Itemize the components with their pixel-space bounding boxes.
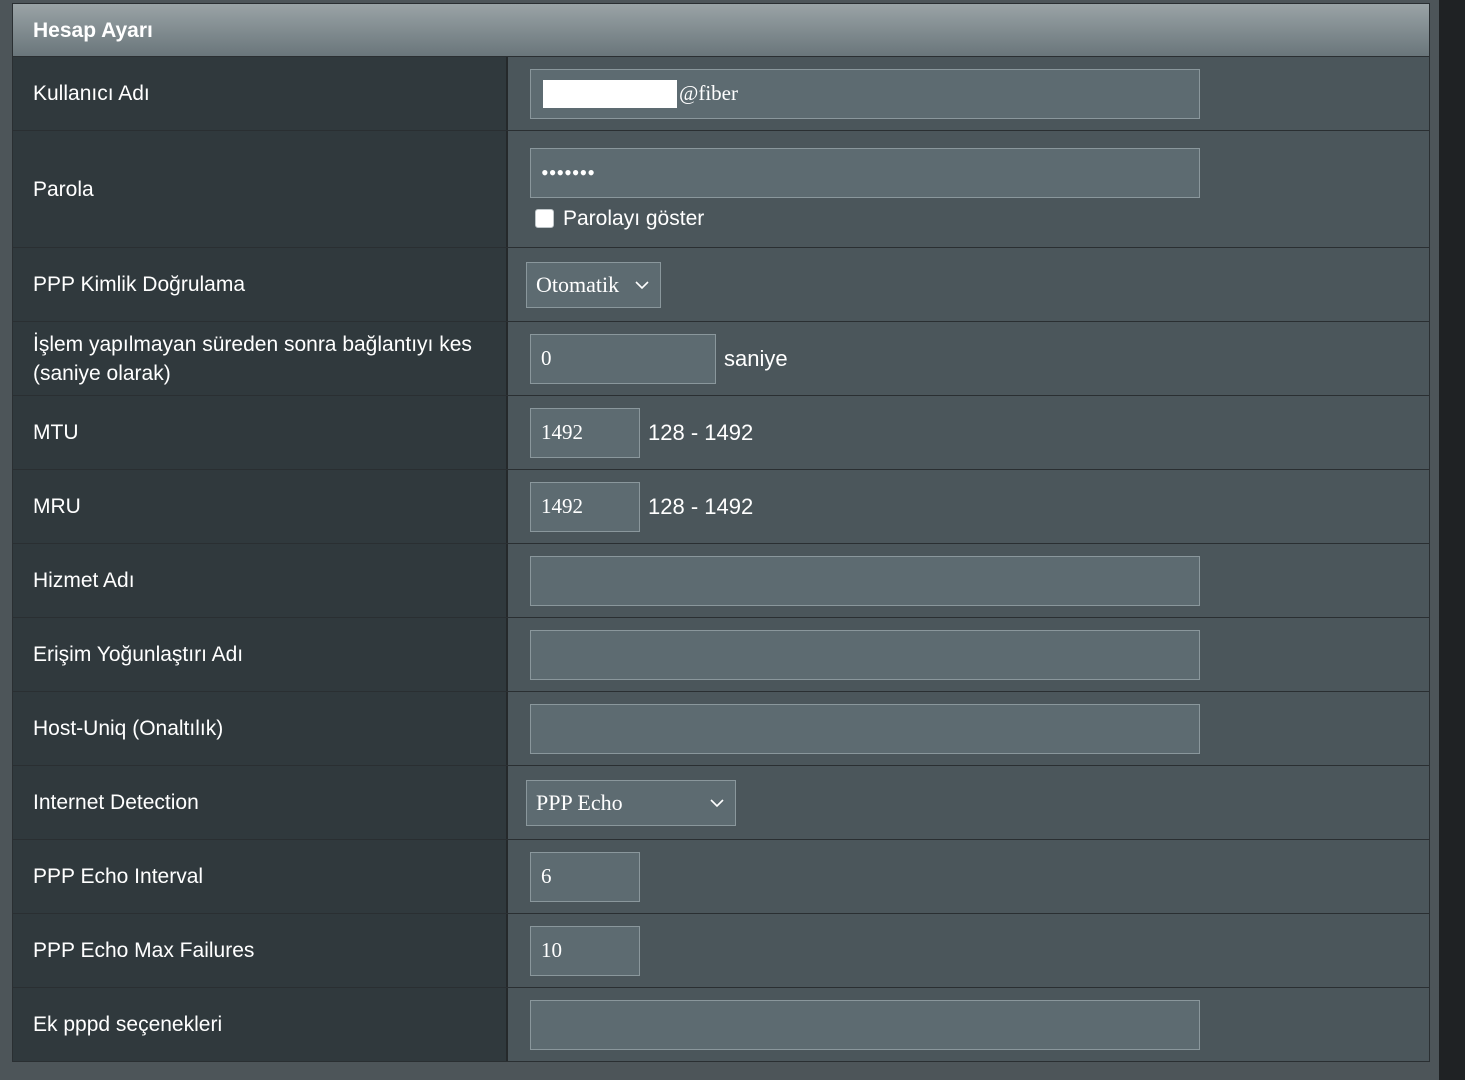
row-ppp-auth: PPP Kimlik Doğrulama Otomatik — [13, 248, 1429, 322]
mtu-cell: 1492 128 - 1492 — [508, 396, 1429, 469]
mtu-input[interactable]: 1492 — [530, 407, 640, 458]
ppp-auth-cell: Otomatik — [508, 248, 1429, 321]
ac-name-label: Erişim Yoğunlaştırı Adı — [13, 618, 508, 691]
service-name-cell — [508, 544, 1429, 617]
show-password-checkbox[interactable] — [535, 209, 554, 228]
account-settings-panel: Hesap Ayarı Kullanıcı Adı @fiber Parola … — [12, 3, 1430, 1062]
idle-timeout-input[interactable]: 0 — [530, 333, 716, 384]
page: Hesap Ayarı Kullanıcı Adı @fiber Parola … — [0, 0, 1465, 1080]
row-service-name: Hizmet Adı — [13, 544, 1429, 618]
echo-max-failures-cell: 10 — [508, 914, 1429, 987]
redacted-username — [543, 79, 677, 108]
echo-interval-input[interactable]: 6 — [530, 851, 640, 902]
mru-input[interactable]: 1492 — [530, 481, 640, 532]
row-echo-max-failures: PPP Echo Max Failures 10 — [13, 914, 1429, 988]
show-password-label: Parolayı göster — [563, 206, 705, 230]
echo-interval-label: PPP Echo Interval — [13, 840, 508, 913]
username-suffix: @fiber — [679, 81, 738, 105]
host-uniq-cell — [508, 692, 1429, 765]
show-password-toggle[interactable]: Parolayı göster — [530, 207, 1429, 231]
pppd-options-label: Ek pppd seçenekleri — [13, 988, 508, 1061]
row-mtu: MTU 1492 128 - 1492 — [13, 396, 1429, 470]
row-host-uniq: Host-Uniq (Onaltılık) — [13, 692, 1429, 766]
internet-detection-select[interactable]: PPP Echo — [526, 779, 736, 826]
row-echo-interval: PPP Echo Interval 6 — [13, 840, 1429, 914]
panel-title: Hesap Ayarı — [13, 4, 1429, 57]
host-uniq-label: Host-Uniq (Onaltılık) — [13, 692, 508, 765]
idle-timeout-unit: saniye — [724, 345, 788, 371]
row-internet-detection: Internet Detection PPP Echo — [13, 766, 1429, 840]
mru-range: 128 - 1492 — [648, 493, 754, 519]
row-mru: MRU 1492 128 - 1492 — [13, 470, 1429, 544]
username-input[interactable]: @fiber — [530, 68, 1200, 119]
idle-timeout-label: İşlem yapılmayan süreden sonra bağlantıy… — [13, 322, 508, 395]
row-pppd-options: Ek pppd seçenekleri — [13, 988, 1429, 1061]
password-cell: ••••••• Parolayı göster — [508, 131, 1429, 247]
chevron-down-icon — [710, 798, 724, 807]
username-label: Kullanıcı Adı — [13, 57, 508, 130]
ppp-auth-select[interactable]: Otomatik — [526, 261, 661, 308]
mtu-label: MTU — [13, 396, 508, 469]
service-name-label: Hizmet Adı — [13, 544, 508, 617]
internet-detection-cell: PPP Echo — [508, 766, 1429, 839]
mru-cell: 1492 128 - 1492 — [508, 470, 1429, 543]
chevron-down-icon — [635, 280, 649, 289]
service-name-input[interactable] — [530, 555, 1200, 606]
pppd-options-input[interactable] — [530, 999, 1200, 1050]
row-ac-name: Erişim Yoğunlaştırı Adı — [13, 618, 1429, 692]
ppp-auth-selected: Otomatik — [536, 271, 620, 297]
username-cell: @fiber — [508, 57, 1429, 130]
pppd-options-cell — [508, 988, 1429, 1061]
password-mask: ••••••• — [541, 159, 595, 185]
echo-max-failures-label: PPP Echo Max Failures — [13, 914, 508, 987]
internet-detection-label: Internet Detection — [13, 766, 508, 839]
mru-label: MRU — [13, 470, 508, 543]
ac-name-cell — [508, 618, 1429, 691]
password-label: Parola — [13, 131, 508, 247]
row-password: Parola ••••••• Parolayı göster — [13, 131, 1429, 248]
row-username: Kullanıcı Adı @fiber — [13, 57, 1429, 131]
row-idle-timeout: İşlem yapılmayan süreden sonra bağlantıy… — [13, 322, 1429, 396]
password-input[interactable]: ••••••• — [530, 147, 1200, 198]
ppp-auth-label: PPP Kimlik Doğrulama — [13, 248, 508, 321]
echo-max-failures-input[interactable]: 10 — [530, 925, 640, 976]
ac-name-input[interactable] — [530, 629, 1200, 680]
scrollbar-track[interactable] — [1439, 0, 1465, 1080]
echo-interval-cell: 6 — [508, 840, 1429, 913]
mtu-range: 128 - 1492 — [648, 419, 754, 445]
host-uniq-input[interactable] — [530, 703, 1200, 754]
idle-timeout-cell: 0 saniye — [508, 322, 1429, 395]
internet-detection-selected: PPP Echo — [536, 789, 623, 815]
